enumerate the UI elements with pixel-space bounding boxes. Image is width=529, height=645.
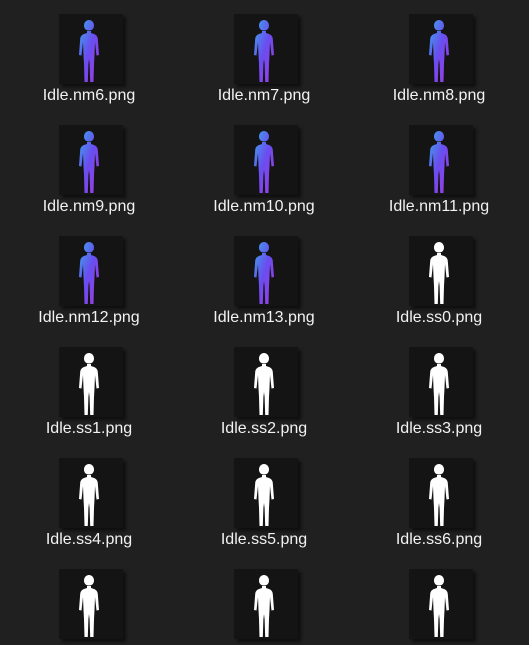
file-thumbnail[interactable]	[409, 125, 473, 195]
normal-map-figure-icon	[254, 242, 274, 304]
file-thumbnail[interactable]	[59, 458, 123, 528]
file-name-label: Idle.nm9.png	[42, 198, 136, 215]
silhouette-figure-icon	[254, 353, 274, 415]
file-thumbnail[interactable]	[234, 125, 298, 195]
file-tile[interactable]	[359, 561, 519, 645]
file-tile[interactable]: Idle.nm12.png	[9, 228, 169, 338]
file-tile[interactable]: Idle.ss0.png	[359, 228, 519, 338]
file-name-label: Idle.ss2.png	[220, 420, 308, 437]
file-name-label: Idle.nm13.png	[213, 309, 315, 326]
file-name-label: Idle.nm8.png	[392, 87, 486, 104]
file-tile[interactable]: Idle.nm10.png	[184, 117, 344, 227]
file-tile[interactable]: Idle.nm11.png	[359, 117, 519, 227]
file-thumbnail[interactable]	[409, 347, 473, 417]
file-tile[interactable]	[9, 561, 169, 645]
silhouette-figure-icon	[254, 464, 274, 526]
silhouette-figure-icon	[429, 575, 449, 637]
file-thumbnail[interactable]	[409, 236, 473, 306]
file-thumbnail[interactable]	[234, 569, 298, 639]
file-thumbnail[interactable]	[234, 347, 298, 417]
file-name-label: Idle.ss1.png	[45, 420, 133, 437]
file-tile[interactable]: Idle.ss5.png	[184, 450, 344, 560]
file-tile[interactable]: Idle.nm6.png	[9, 6, 169, 116]
file-name-label: Idle.ss0.png	[395, 309, 483, 326]
silhouette-figure-icon	[254, 575, 274, 637]
normal-map-figure-icon	[429, 131, 449, 193]
file-tile[interactable]: Idle.ss1.png	[9, 339, 169, 449]
file-tile[interactable]: Idle.ss2.png	[184, 339, 344, 449]
file-tile[interactable]: Idle.nm7.png	[184, 6, 344, 116]
file-tile[interactable]: Idle.ss6.png	[359, 450, 519, 560]
file-thumbnail[interactable]	[59, 569, 123, 639]
file-name-label: Idle.nm11.png	[388, 198, 490, 215]
file-thumbnail[interactable]	[409, 569, 473, 639]
file-name-label: Idle.ss4.png	[45, 531, 133, 548]
file-thumbnail-grid: Idle.nm6.png Idle.nm7.png Idle.nm8.png Idle…	[0, 0, 529, 645]
file-thumbnail[interactable]	[59, 125, 123, 195]
file-thumbnail[interactable]	[409, 458, 473, 528]
file-tile[interactable]: Idle.ss3.png	[359, 339, 519, 449]
file-thumbnail[interactable]	[234, 236, 298, 306]
file-thumbnail[interactable]	[59, 14, 123, 84]
file-name-label: Idle.nm10.png	[213, 198, 315, 215]
file-tile[interactable]	[184, 561, 344, 645]
file-tile[interactable]: Idle.ss4.png	[9, 450, 169, 560]
file-thumbnail[interactable]	[59, 347, 123, 417]
file-name-label: Idle.ss3.png	[395, 420, 483, 437]
normal-map-figure-icon	[254, 131, 274, 193]
normal-map-figure-icon	[79, 242, 99, 304]
file-tile[interactable]: Idle.nm8.png	[359, 6, 519, 116]
file-thumbnail[interactable]	[234, 458, 298, 528]
silhouette-figure-icon	[429, 353, 449, 415]
file-name-label: Idle.nm12.png	[38, 309, 140, 326]
normal-map-figure-icon	[79, 131, 99, 193]
file-thumbnail[interactable]	[234, 14, 298, 84]
file-name-label: Idle.ss5.png	[220, 531, 308, 548]
file-name-label: Idle.nm6.png	[42, 87, 136, 104]
file-tile[interactable]: Idle.nm13.png	[184, 228, 344, 338]
file-name-label: Idle.nm7.png	[217, 87, 311, 104]
silhouette-figure-icon	[429, 242, 449, 304]
file-tile[interactable]: Idle.nm9.png	[9, 117, 169, 227]
normal-map-figure-icon	[429, 20, 449, 82]
file-name-label: Idle.ss6.png	[395, 531, 483, 548]
silhouette-figure-icon	[79, 464, 99, 526]
silhouette-figure-icon	[429, 464, 449, 526]
silhouette-figure-icon	[79, 353, 99, 415]
file-thumbnail[interactable]	[409, 14, 473, 84]
silhouette-figure-icon	[79, 575, 99, 637]
file-thumbnail[interactable]	[59, 236, 123, 306]
normal-map-figure-icon	[79, 20, 99, 82]
normal-map-figure-icon	[254, 20, 274, 82]
